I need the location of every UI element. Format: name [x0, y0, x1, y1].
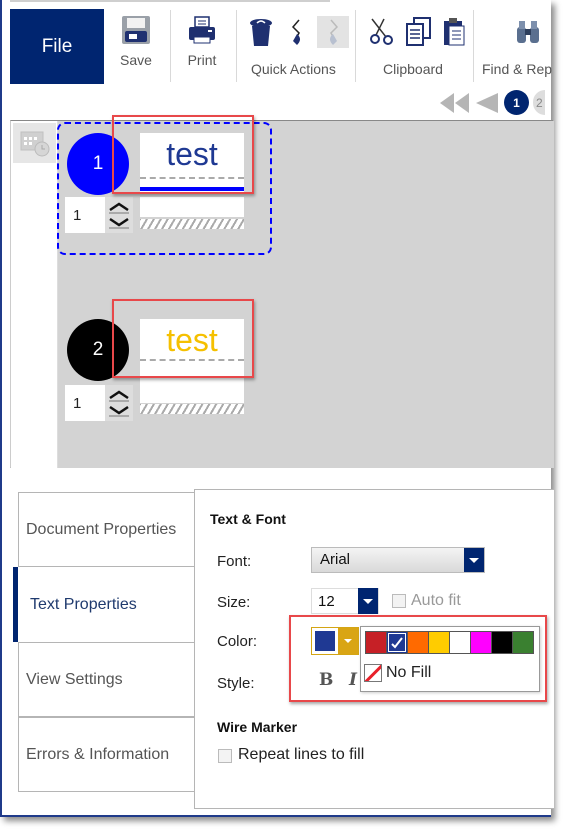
- page-navigation: 1 2: [438, 90, 545, 115]
- chevron-down-icon[interactable]: [358, 588, 378, 614]
- clipboard-group: Clipboard: [366, 14, 470, 77]
- save-button[interactable]: Save: [120, 14, 152, 68]
- size-dropdown[interactable]: 12: [311, 588, 379, 614]
- decrement-icon[interactable]: [108, 404, 130, 417]
- size-label: Size:: [217, 594, 251, 611]
- ribbon-divider: [236, 10, 237, 82]
- label-1-number: 1: [92, 153, 104, 174]
- font-label: Font:: [217, 553, 252, 570]
- font-dropdown[interactable]: Arial: [311, 547, 485, 573]
- app-window: File Save Print Quick Actions Clipboard …: [0, 0, 554, 817]
- find-replace-label: Find & Rep: [482, 61, 553, 77]
- clipboard-label: Clipboard: [383, 61, 443, 77]
- delete-icon[interactable]: [245, 16, 277, 48]
- quick-actions-label: Quick Actions: [251, 61, 336, 77]
- style-label: Style:: [217, 675, 255, 692]
- callout-highlight-label-1: [112, 115, 254, 194]
- label-1-quantity-stepper[interactable]: [105, 197, 133, 233]
- undo-icon[interactable]: [281, 16, 313, 48]
- tab-errors-information[interactable]: Errors & Information: [18, 717, 195, 792]
- date-time-button[interactable]: [13, 123, 56, 163]
- ribbon-divider: [170, 10, 171, 82]
- repeat-lines-checkbox[interactable]: [218, 749, 232, 763]
- wire-marker-heading: Wire Marker: [217, 719, 298, 735]
- print-button[interactable]: Print: [186, 14, 218, 68]
- calendar-clock-icon: [20, 131, 49, 157]
- auto-fit-label: Auto fit: [411, 592, 461, 609]
- ribbon-divider: [473, 10, 474, 82]
- paste-icon[interactable]: [438, 16, 470, 48]
- callout-highlight-label-2: [112, 299, 254, 378]
- tab-text-properties[interactable]: Text Properties: [13, 567, 195, 642]
- print-label: Print: [187, 52, 217, 68]
- binoculars-icon: [512, 16, 544, 48]
- label-2-number: 2: [92, 339, 104, 360]
- decrement-icon[interactable]: [108, 216, 130, 229]
- label-2-empty-line: [140, 381, 244, 403]
- label-1-overflow-hatch: [140, 219, 244, 229]
- tab-document-properties[interactable]: Document Properties: [18, 492, 195, 567]
- color-label: Color:: [217, 633, 258, 650]
- find-replace-group[interactable]: Find & Rep: [482, 14, 552, 77]
- redo-icon[interactable]: [317, 16, 349, 48]
- previous-page-icon[interactable]: [474, 92, 500, 114]
- canvas-left-strip: [11, 121, 58, 468]
- file-menu-button[interactable]: File: [10, 9, 104, 84]
- page-1-button[interactable]: 1: [504, 90, 529, 115]
- tab-label: Errors & Information: [26, 745, 170, 763]
- label-2-quantity-input[interactable]: 1: [65, 385, 105, 421]
- tab-label: Text Properties: [30, 595, 137, 613]
- tab-label: View Settings: [26, 670, 123, 688]
- copy-icon[interactable]: [402, 16, 434, 48]
- cut-icon[interactable]: [366, 16, 398, 48]
- printer-icon: [186, 14, 218, 46]
- tab-view-settings[interactable]: View Settings: [18, 642, 195, 717]
- text-font-heading: Text & Font: [210, 511, 286, 527]
- chevron-down-icon[interactable]: [464, 548, 484, 572]
- page-2-button[interactable]: 2: [533, 90, 545, 115]
- save-icon: [120, 14, 152, 46]
- label-1-quantity-input[interactable]: 1: [65, 197, 105, 233]
- increment-icon[interactable]: [108, 201, 130, 214]
- first-page-icon[interactable]: [438, 92, 470, 114]
- increment-icon[interactable]: [108, 389, 130, 402]
- save-label: Save: [120, 52, 152, 68]
- size-value: 12: [318, 593, 335, 610]
- label-2-quantity-stepper[interactable]: [105, 385, 133, 421]
- quick-actions-group: Quick Actions: [245, 14, 349, 77]
- ribbon-divider: [355, 10, 356, 82]
- title-edge: [10, 0, 330, 2]
- repeat-lines-label: Repeat lines to fill: [238, 746, 365, 763]
- font-value: Arial: [320, 551, 351, 568]
- tab-label: Document Properties: [26, 520, 177, 538]
- label-1-empty-line: [140, 197, 244, 217]
- label-2-overflow-hatch: [140, 404, 244, 414]
- auto-fit-checkbox[interactable]: [392, 594, 406, 608]
- callout-highlight-color: [289, 615, 547, 702]
